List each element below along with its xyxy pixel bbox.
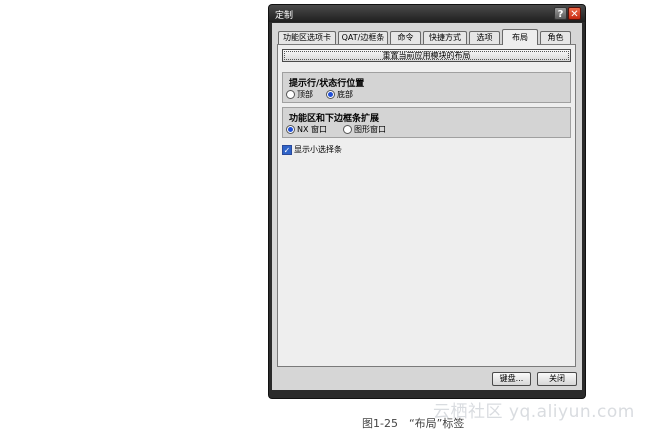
- show-mini-selection-bar[interactable]: ✓ 显示小选择条: [282, 144, 342, 155]
- dialog-title: 定制: [275, 11, 294, 21]
- radio-graphics-window-indicator[interactable]: [343, 125, 352, 134]
- help-icon: ?: [557, 9, 564, 20]
- radio-graphics-window[interactable]: 图形窗口: [343, 124, 386, 135]
- close-dialog-button[interactable]: 关闭: [537, 372, 577, 386]
- dialog-titlebar: 定制 ? ✕: [269, 5, 585, 22]
- tab-options[interactable]: 选项: [469, 31, 500, 44]
- close-icon: ✕: [570, 9, 579, 20]
- radio-graphics-window-label: 图形窗口: [354, 125, 386, 134]
- radio-bottom[interactable]: 底部: [326, 89, 353, 100]
- tab-shortcuts[interactable]: 快捷方式: [423, 31, 467, 44]
- customize-dialog: 定制 ? ✕ 功能区选项卡 QAT/边框条 命令 快捷方式 选项 布局 角色 重…: [269, 5, 585, 398]
- radio-nx-window[interactable]: NX 窗口: [286, 124, 327, 135]
- radio-top-label: 顶部: [297, 90, 313, 99]
- radio-nx-window-label: NX 窗口: [297, 125, 328, 134]
- dialog-body: 功能区选项卡 QAT/边框条 命令 快捷方式 选项 布局 角色 重置当前应用模块…: [272, 23, 582, 390]
- ribbon-border-extension-group: 功能区和下边框条扩展 NX 窗口 图形窗口: [282, 107, 571, 138]
- help-button[interactable]: ?: [554, 7, 567, 20]
- tab-roles[interactable]: 角色: [540, 31, 571, 44]
- keyboard-button[interactable]: 键盘...: [492, 372, 531, 386]
- close-button[interactable]: ✕: [568, 7, 581, 20]
- checkmark-icon[interactable]: ✓: [282, 144, 292, 155]
- figure-caption: 图1-25 “布局”标签: [362, 417, 465, 430]
- tab-qat-border-bar[interactable]: QAT/边框条: [338, 31, 388, 44]
- reset-layout-button[interactable]: 重置当前应用模块的布局: [282, 49, 571, 62]
- radio-top[interactable]: 顶部: [286, 89, 313, 100]
- layout-tab-panel: 重置当前应用模块的布局 提示行/状态行位置 顶部 底部 功能区和下边框条扩展 N…: [277, 44, 576, 367]
- prompt-status-position-group: 提示行/状态行位置 顶部 底部: [282, 72, 571, 103]
- radio-bottom-indicator[interactable]: [326, 90, 335, 99]
- prompt-status-position-title: 提示行/状态行位置: [289, 79, 365, 89]
- tab-commands[interactable]: 命令: [390, 31, 421, 44]
- radio-nx-window-indicator[interactable]: [286, 125, 295, 134]
- radio-top-indicator[interactable]: [286, 90, 295, 99]
- tab-ribbon-tabs[interactable]: 功能区选项卡: [278, 31, 336, 44]
- ribbon-border-extension-title: 功能区和下边框条扩展: [289, 114, 380, 124]
- tab-layout[interactable]: 布局: [502, 29, 538, 45]
- radio-bottom-label: 底部: [337, 90, 353, 99]
- show-mini-selection-bar-label: 显示小选择条: [294, 145, 342, 154]
